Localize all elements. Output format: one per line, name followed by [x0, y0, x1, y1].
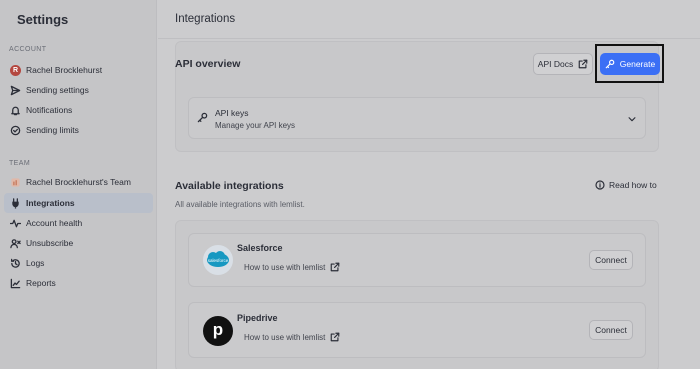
sidebar-item-integrations[interactable]: Integrations	[4, 193, 153, 213]
external-link-icon	[578, 59, 588, 69]
plug-icon	[10, 197, 21, 209]
available-integrations-subtitle: All available integrations with lemlist.	[175, 200, 305, 209]
sidebar-item-profile[interactable]: R Rachel Brocklehurst	[4, 60, 153, 80]
sidebar-item-notifications[interactable]: Notifications	[4, 100, 153, 120]
how-to-use-label: How to use with lemlist	[244, 332, 326, 342]
sidebar-item-sending-settings[interactable]: Sending settings	[4, 80, 153, 100]
sidebar-title: Settings	[17, 12, 69, 27]
main-content: Integrations API overview API Docs Gener…	[158, 0, 700, 369]
api-docs-button[interactable]: API Docs	[533, 53, 593, 75]
check-circle-icon	[10, 125, 21, 136]
integration-row-salesforce: salesforce Salesforce How to use with le…	[188, 233, 646, 287]
pipedrive-logo: p	[203, 316, 233, 346]
external-link-icon	[330, 262, 340, 272]
key-icon	[197, 112, 208, 123]
team-icon	[10, 177, 21, 188]
api-keys-subtitle: Manage your API keys	[215, 121, 296, 130]
page-title: Integrations	[175, 13, 236, 25]
read-how-to-label: Read how to	[609, 180, 657, 190]
send-icon	[10, 85, 21, 96]
account-section-label: ACCOUNT	[9, 46, 47, 53]
sidebar-item-label: Sending limits	[26, 125, 79, 135]
sidebar-item-reports[interactable]: Reports	[4, 273, 153, 293]
api-docs-label: API Docs	[537, 59, 574, 69]
sidebar-item-label: Integrations	[26, 198, 75, 208]
sidebar-item-label: Rachel Brocklehurst	[26, 65, 103, 75]
key-icon	[605, 59, 615, 69]
sidebar-item-sending-limits[interactable]: Sending limits	[4, 120, 153, 140]
integration-name: Salesforce	[237, 243, 283, 253]
api-keys-row[interactable]: API keys Manage your API keys	[188, 97, 646, 139]
user-x-icon	[10, 238, 21, 249]
history-icon	[10, 258, 21, 269]
sidebar-item-label: Notifications	[26, 105, 73, 115]
sidebar-item-label: Sending settings	[26, 85, 89, 95]
pulse-icon	[10, 218, 21, 229]
how-to-use-link[interactable]: How to use with lemlist	[244, 262, 340, 272]
generate-button[interactable]: Generate	[600, 53, 660, 75]
sidebar-item-unsubscribe[interactable]: Unsubscribe	[4, 233, 153, 253]
avatar: R	[10, 64, 21, 76]
sidebar-item-team[interactable]: Rachel Brocklehurst's Team	[4, 172, 153, 192]
bell-icon	[10, 105, 21, 116]
sidebar-item-label: Unsubscribe	[26, 238, 74, 248]
integration-row-pipedrive: p Pipedrive How to use with lemlist Conn…	[188, 302, 646, 358]
settings-sidebar: Settings ACCOUNT R Rachel Brocklehurst S…	[0, 0, 157, 369]
connect-button[interactable]: Connect	[589, 250, 633, 270]
sidebar-item-account-health[interactable]: Account health	[4, 213, 153, 233]
info-icon	[595, 180, 605, 190]
sidebar-item-label: Logs	[26, 258, 45, 268]
sidebar-item-logs[interactable]: Logs	[4, 253, 153, 273]
chart-icon	[10, 278, 21, 289]
salesforce-logo: salesforce	[203, 245, 233, 275]
divider	[158, 38, 700, 39]
chevron-down-icon[interactable]	[627, 114, 637, 124]
api-keys-title: API keys	[215, 108, 249, 118]
sidebar-item-label: Reports	[26, 278, 56, 288]
how-to-use-label: How to use with lemlist	[244, 262, 326, 272]
connect-label: Connect	[595, 325, 627, 335]
read-how-to-link[interactable]: Read how to	[595, 180, 657, 190]
connect-label: Connect	[595, 255, 627, 265]
sidebar-item-label: Account health	[26, 218, 83, 228]
svg-text:salesforce: salesforce	[208, 258, 229, 263]
team-section-label: TEAM	[9, 160, 31, 167]
available-integrations-title: Available integrations	[175, 180, 284, 192]
connect-button[interactable]: Connect	[589, 320, 633, 340]
external-link-icon	[330, 332, 340, 342]
sidebar-item-label: Rachel Brocklehurst's Team	[26, 177, 131, 187]
generate-label: Generate	[619, 59, 656, 69]
api-overview-title: API overview	[175, 58, 241, 70]
how-to-use-link[interactable]: How to use with lemlist	[244, 332, 340, 342]
integration-name: Pipedrive	[237, 313, 278, 323]
